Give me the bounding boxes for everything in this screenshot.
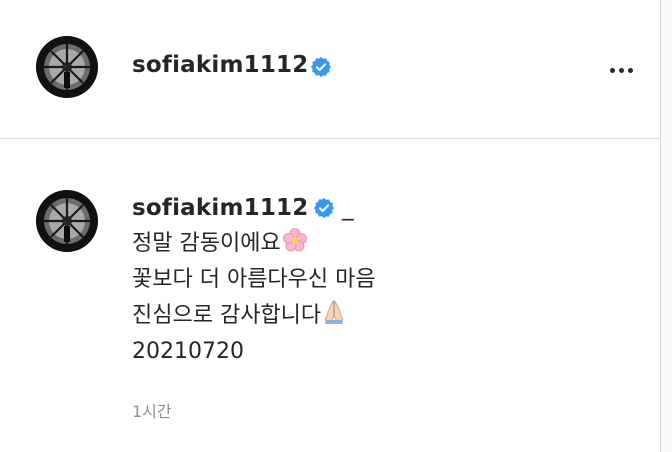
avatar[interactable] xyxy=(36,190,98,252)
post-panel: sofiakim1112 sofiakim1112 _ 정말 감동이에요 꽃보다… xyxy=(0,0,661,452)
caption-line-text: 진심으로 감사합니다 xyxy=(132,303,322,328)
mention-text: _ xyxy=(342,195,354,221)
more-dot xyxy=(609,67,615,73)
more-options-icon[interactable] xyxy=(605,56,637,84)
timestamp[interactable]: 1시간 xyxy=(132,398,172,422)
caption-line: 20210720 xyxy=(132,334,376,370)
verified-badge-icon xyxy=(310,56,332,78)
caption-line: 진심으로 감사합니다 xyxy=(132,298,376,334)
profile-photo xyxy=(36,36,98,98)
caption-line-text: 정말 감동이에요 xyxy=(132,231,281,256)
cherry-blossom-icon xyxy=(282,228,307,252)
caption-line: 꽃보다 더 아름다우신 마음 xyxy=(132,262,376,298)
more-dot xyxy=(618,67,624,73)
more-dot xyxy=(627,67,633,73)
caption-line-text: 꽃보다 더 아름다우신 마음 xyxy=(132,267,376,292)
profile-photo xyxy=(36,190,98,252)
folded-hands-icon xyxy=(324,299,344,324)
caption-line: 정말 감동이에요 xyxy=(132,226,376,262)
post-author-username[interactable]: sofiakim1112 xyxy=(132,52,308,78)
caption-text: 정말 감동이에요 꽃보다 더 아름다우신 마음 진심으로 감사합니다 20210… xyxy=(132,226,376,370)
avatar[interactable] xyxy=(36,36,98,98)
comment-author-username[interactable]: sofiakim1112 xyxy=(132,195,308,221)
caption-line-text: 20210720 xyxy=(132,339,244,364)
verified-badge-icon xyxy=(313,197,335,219)
post-header: sofiakim1112 xyxy=(0,0,660,139)
